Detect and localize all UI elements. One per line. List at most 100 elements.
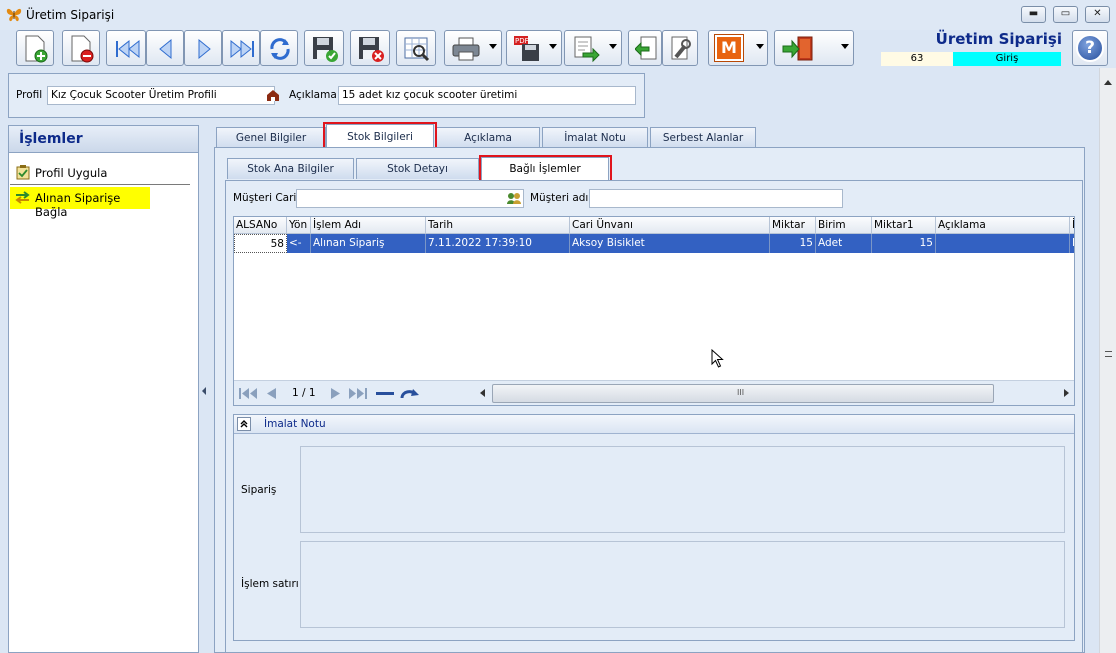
sidebar-header: İşlemler [9, 126, 198, 153]
first-record-button[interactable] [106, 30, 146, 66]
scroll-up-icon[interactable] [1104, 80, 1112, 85]
column-header-cari-unvani[interactable]: Cari Ünvanı [570, 217, 770, 234]
m-module-button[interactable]: M [708, 30, 768, 66]
chevron-left-icon [202, 387, 206, 395]
column-header-islem-adi[interactable]: İşlem Adı [311, 217, 426, 234]
tools-button[interactable] [662, 30, 698, 66]
first-page-icon[interactable] [239, 388, 257, 402]
tab-aciklama[interactable]: Açıklama [436, 127, 540, 148]
scroll-right-icon[interactable] [1064, 389, 1069, 397]
redo-arrow-icon[interactable] [400, 387, 420, 403]
save-button[interactable] [304, 30, 344, 66]
scroll-grip: III [737, 388, 745, 397]
tab-serbest-alanlar[interactable]: Serbest Alanlar [650, 127, 756, 148]
header-title: Üretim Siparişi [935, 30, 1062, 48]
siparis-note-textarea[interactable] [300, 446, 1065, 533]
last-page-icon[interactable] [349, 388, 367, 402]
previous-record-button[interactable] [146, 30, 184, 66]
vertical-scrollbar[interactable] [1099, 68, 1116, 653]
print-button[interactable] [444, 30, 502, 66]
previous-page-icon[interactable] [267, 388, 276, 402]
tab-imalat-notu[interactable]: İmalat Notu [542, 127, 648, 148]
description-input[interactable]: 15 adet kız çocuk scooter üretimi [338, 86, 636, 105]
customer-name-input[interactable] [589, 189, 843, 208]
maximize-button[interactable]: ▭ [1053, 6, 1078, 23]
first-record-icon [116, 39, 140, 59]
preview-button[interactable] [396, 30, 436, 66]
highlight-box [479, 155, 612, 182]
clipboard-check-icon [16, 165, 30, 183]
next-record-button[interactable] [184, 30, 222, 66]
next-record-icon [198, 38, 211, 60]
printer-icon [452, 37, 480, 61]
delete-document-button[interactable] [62, 30, 100, 66]
grid-pager: 1 / 1 III [234, 380, 1074, 405]
cell-miktar[interactable]: 15 [770, 234, 816, 253]
column-header-extra[interactable]: İ [1070, 217, 1074, 234]
minimize-button[interactable]: ▬ [1021, 6, 1046, 23]
cell-extra[interactable]: I [1070, 234, 1074, 253]
tab-stok-ana-bilgiler[interactable]: Stok Ana Bilgiler [227, 158, 354, 179]
cell-alsano[interactable]: 58 [234, 234, 287, 253]
exit-button[interactable] [774, 30, 854, 66]
save-close-icon [359, 37, 384, 62]
islem-satiri-note-textarea[interactable] [300, 541, 1065, 628]
export-pdf-button[interactable]: PDF [506, 30, 562, 66]
import-button[interactable] [628, 30, 662, 66]
cell-tarih[interactable]: 7.11.2022 17:39:10 [426, 234, 570, 253]
new-document-icon [25, 35, 48, 63]
window-title: Üretim Siparişi [26, 8, 115, 22]
cell-aciklama[interactable] [936, 234, 1070, 253]
chevron-down-icon [489, 44, 497, 49]
column-header-birim[interactable]: Birim [816, 217, 872, 234]
tab-stok-detayi[interactable]: Stok Detayı [356, 158, 479, 179]
help-button[interactable]: ? [1072, 30, 1108, 66]
delete-document-icon [71, 35, 94, 63]
notes-title: İmalat Notu [264, 418, 326, 430]
new-document-button[interactable] [16, 30, 54, 66]
sidebar-item-profil-uygula[interactable]: Profil Uygula [10, 163, 190, 185]
chevron-down-icon [841, 44, 849, 49]
last-record-button[interactable] [222, 30, 260, 66]
column-header-miktar1[interactable]: Miktar1 [872, 217, 936, 234]
magnifier-table-icon [404, 37, 430, 62]
transfer-button[interactable] [564, 30, 622, 66]
cell-birim[interactable]: Adet [816, 234, 872, 253]
people-search-icon[interactable] [507, 192, 521, 207]
customer-cari-input[interactable] [296, 189, 524, 208]
house-search-icon[interactable] [266, 89, 280, 105]
siparis-label: Sipariş [241, 484, 277, 496]
customer-name-label: Müşteri adı [530, 192, 589, 204]
document-transfer-icon [574, 36, 600, 63]
document-number: 63 [881, 52, 953, 66]
splitter-handle[interactable] [199, 125, 209, 653]
tab-genel-bilgiler[interactable]: Genel Bilgiler [216, 127, 326, 148]
notes-header: İmalat Notu [234, 415, 1074, 434]
cell-yon[interactable]: <- [287, 234, 311, 253]
profile-input[interactable]: Kız Çocuk Scooter Üretim Profili [47, 86, 275, 105]
refresh-button[interactable] [260, 30, 298, 66]
column-header-aciklama[interactable]: Açıklama [936, 217, 1070, 234]
close-button[interactable]: ✕ [1085, 6, 1110, 23]
cell-miktar1[interactable]: 15 [872, 234, 936, 253]
next-page-icon[interactable] [331, 388, 340, 402]
scroll-left-icon[interactable] [480, 389, 485, 397]
column-header-alsano[interactable]: ALSANo [234, 217, 287, 234]
mouse-cursor-icon [711, 348, 725, 372]
column-header-yon[interactable]: Yön [287, 217, 311, 234]
sidebar: İşlemler Profil Uygula Alınan Siparişe B… [8, 125, 199, 653]
butterfly-icon [6, 7, 22, 25]
remove-row-icon[interactable] [376, 392, 394, 395]
collapse-button[interactable] [237, 417, 251, 431]
column-header-miktar[interactable]: Miktar [770, 217, 816, 234]
horizontal-scrollbar-thumb[interactable]: III [492, 384, 994, 403]
page-indicator: 1 / 1 [292, 387, 316, 399]
chevron-down-icon [756, 44, 764, 49]
save-close-button[interactable] [350, 30, 390, 66]
svg-text:PDF: PDF [515, 37, 529, 45]
cell-islem-adi[interactable]: Alınan Sipariş [311, 234, 426, 253]
column-header-tarih[interactable]: Tarih [426, 217, 570, 234]
cell-cari-unvani[interactable]: Aksoy Bisiklet [570, 234, 770, 253]
m-logo-icon: M [714, 34, 744, 62]
sidebar-item-alinan-siparise-bagla[interactable]: Alınan Siparişe Bağla [10, 187, 150, 219]
